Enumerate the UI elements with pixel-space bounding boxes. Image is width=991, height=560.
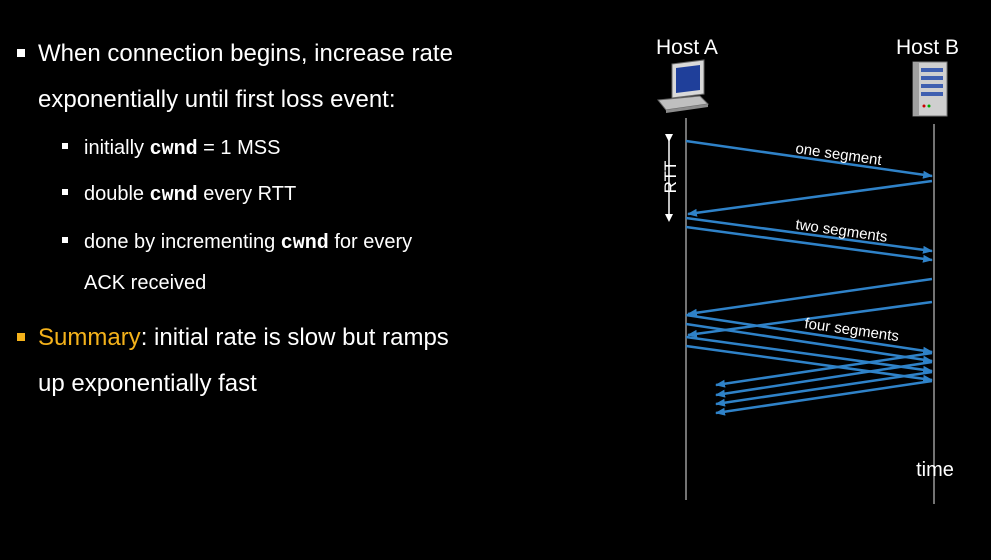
- ack-arrow: [715, 351, 933, 388]
- ack-arrow: [687, 277, 933, 317]
- ack-arrow: [715, 379, 933, 416]
- ack-arrow: [715, 360, 933, 398]
- one-segment-label: one segment: [794, 140, 883, 169]
- two-segments-label: two segments: [794, 216, 888, 246]
- rtt-label: RTT: [661, 161, 680, 194]
- ack-arrow: [715, 370, 933, 407]
- computer-icon: [657, 59, 710, 113]
- packet-arrows: [685, 139, 933, 416]
- tcp-slow-start-diagram: RTT one segment two segments four segmen…: [657, 59, 954, 504]
- time-label: time: [916, 459, 954, 481]
- segment-arrow: [685, 344, 933, 383]
- server-icon: [912, 61, 948, 117]
- ack-arrow: [687, 179, 933, 217]
